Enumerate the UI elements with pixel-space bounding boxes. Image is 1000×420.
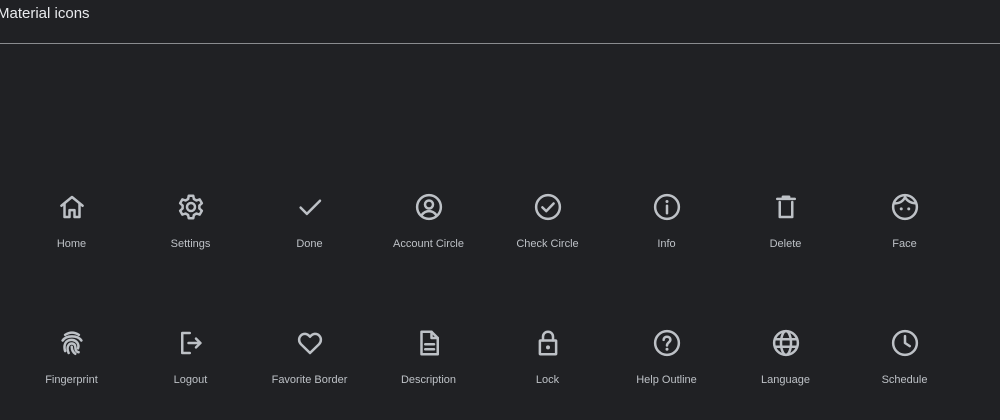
done-icon	[295, 192, 325, 222]
icon-tile-logout[interactable]: Logout	[131, 328, 250, 420]
icon-tile-info[interactable]: Info	[607, 192, 726, 288]
description-icon	[414, 328, 444, 358]
fingerprint-icon	[57, 328, 87, 358]
icon-tile-check-circle[interactable]: Check Circle	[488, 192, 607, 288]
icon-tile-account-circle[interactable]: Account Circle	[369, 192, 488, 288]
account-circle-icon	[414, 192, 444, 222]
icon-tile-favorite-border[interactable]: Favorite Border	[250, 328, 369, 420]
face-icon	[890, 192, 920, 222]
icon-tile-schedule[interactable]: Schedule	[845, 328, 964, 420]
logout-icon	[176, 328, 206, 358]
offscreen-label-fragment	[994, 387, 1000, 399]
home-icon	[57, 192, 87, 222]
check-circle-icon	[533, 192, 563, 222]
icon-label: Face	[892, 238, 917, 250]
settings-icon	[176, 192, 206, 222]
icon-tile-face[interactable]: Face	[845, 192, 964, 288]
icon-tile-lock[interactable]: Lock	[488, 328, 607, 420]
icon-tile-delete[interactable]: Delete	[726, 192, 845, 288]
icon-tile-help-outline[interactable]: Help Outline	[607, 328, 726, 420]
icon-grid: Home Settings Done Account Circle Check …	[0, 0, 1000, 420]
favorite-border-icon	[295, 328, 325, 358]
schedule-icon	[890, 328, 920, 358]
icon-tile-home[interactable]: Home	[12, 192, 131, 288]
icon-label: Schedule	[881, 374, 928, 386]
icon-tile-settings[interactable]: Settings	[131, 192, 250, 288]
delete-icon	[771, 192, 801, 222]
help-outline-icon	[652, 328, 682, 358]
icon-tile-description[interactable]: Description	[369, 328, 488, 420]
icon-tile-fingerprint[interactable]: Fingerprint	[12, 328, 131, 420]
icon-tile-language[interactable]: Language	[726, 328, 845, 420]
icon-tile-done[interactable]: Done	[250, 192, 369, 288]
language-icon	[771, 328, 801, 358]
lock-icon	[533, 328, 563, 358]
info-icon	[652, 192, 682, 222]
